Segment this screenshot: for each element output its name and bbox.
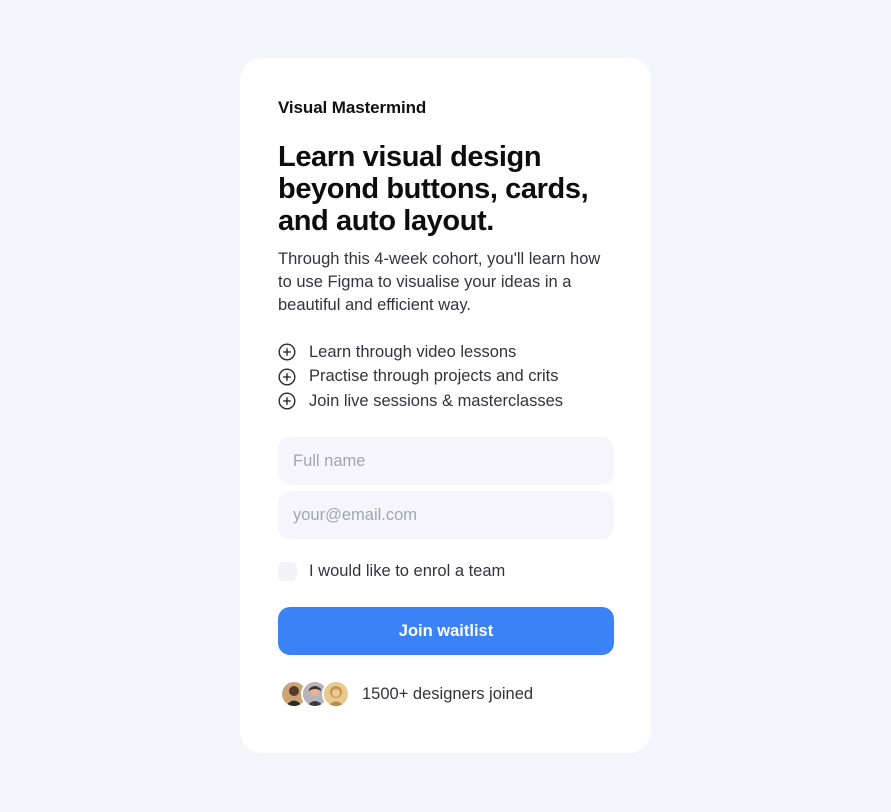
feature-list: Learn through video lessons Practise thr…	[278, 340, 563, 414]
avatar-group	[280, 680, 350, 708]
full-name-input[interactable]	[278, 437, 614, 485]
avatar	[322, 680, 350, 708]
page-title: Learn visual design beyond buttons, card…	[278, 141, 589, 237]
feature-label: Learn through video lessons	[309, 342, 517, 361]
enrol-team-option[interactable]: I would like to enrol a team	[278, 562, 505, 581]
social-proof: 1500+ designers joined	[280, 680, 533, 708]
enrol-team-label: I would like to enrol a team	[309, 562, 506, 580]
feature-label: Join live sessions & masterclasses	[309, 391, 564, 410]
feature-item: Practise through projects and crits	[278, 365, 563, 390]
enrol-team-checkbox[interactable]	[278, 562, 297, 581]
course-description: Through this 4-week cohort, you'll learn…	[278, 250, 601, 314]
designers-joined-count: 1500+ designers joined	[362, 684, 534, 703]
feature-label: Practise through projects and crits	[309, 367, 559, 386]
feature-item: Learn through video lessons	[278, 340, 563, 365]
plus-circle-icon	[278, 343, 296, 361]
plus-circle-icon	[278, 392, 296, 410]
waitlist-card: Visual Mastermind Learn visual design be…	[240, 58, 651, 753]
feature-item: Join live sessions & masterclasses	[278, 389, 563, 414]
email-input[interactable]	[278, 491, 614, 539]
brand-name: Visual Mastermind	[278, 98, 427, 117]
join-waitlist-button[interactable]: Join waitlist	[278, 607, 614, 655]
plus-circle-icon	[278, 368, 296, 386]
